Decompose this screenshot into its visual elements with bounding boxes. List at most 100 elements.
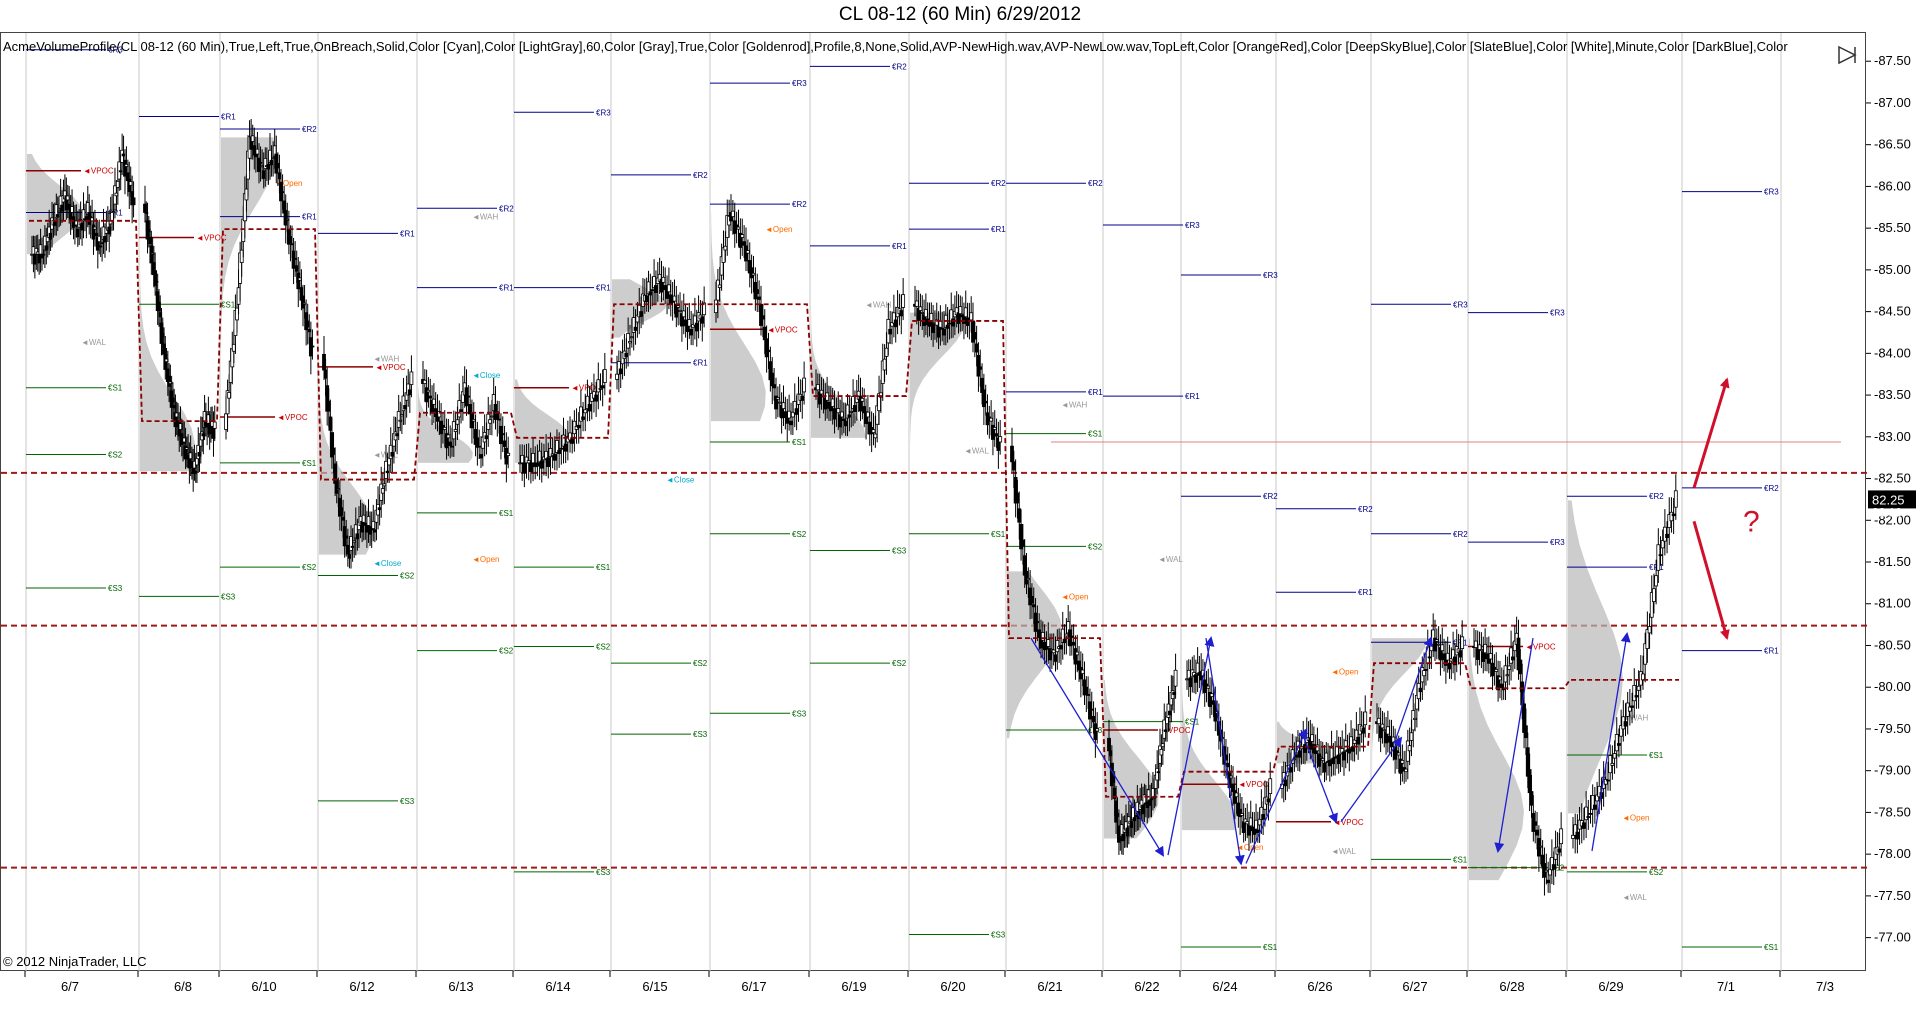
pivot-label: €S1 — [221, 300, 236, 309]
candle-body — [938, 320, 943, 328]
pivot-label: €S2 — [302, 563, 317, 572]
candle-body — [484, 435, 489, 440]
candle-body — [431, 398, 436, 405]
pivot-label: €R2 — [1649, 492, 1664, 501]
candle-body — [1538, 845, 1543, 848]
candle-body — [815, 384, 820, 391]
marker-label: ◄WAL — [81, 338, 107, 347]
price-tick-label: -83.50 — [1874, 387, 1911, 402]
candle-body — [466, 395, 471, 398]
candle-body — [1617, 743, 1621, 746]
candle-body — [388, 444, 393, 460]
time-tick-label: 6/28 — [1499, 979, 1524, 994]
pivot-label: €R1 — [892, 242, 907, 251]
price-tick-label: -78.50 — [1874, 804, 1911, 819]
candle-body — [520, 454, 525, 464]
candle-body — [1310, 734, 1315, 742]
candle-body — [471, 419, 476, 422]
marker-label: ◄Close — [472, 371, 501, 380]
candle-body — [260, 165, 265, 168]
candle-body — [1024, 570, 1029, 585]
time-tick-label: 6/29 — [1598, 979, 1623, 994]
candle-body — [1440, 644, 1445, 652]
candle-body — [678, 309, 682, 312]
candle-body — [853, 405, 857, 412]
plot-area[interactable]: €R3 €R1 €S1 €S2 €S3 €R1 €S1 €S3 €R2 €R1 €S1 €S2 €R1 €… — [0, 32, 1867, 972]
candle-body — [1040, 632, 1045, 641]
price-axis[interactable]: -87.50 -87.00 -86.50 -86.00 -85.50 -85.00 -84.… — [1866, 32, 1920, 971]
candle-body — [1248, 817, 1253, 827]
candle-body — [1071, 641, 1076, 646]
time-axis[interactable]: 6/7 6/8 6/10 6/12 6/13 6/14 6/15 6/17 6/19 6/20 6/… — [0, 971, 1866, 1026]
candle-body — [1499, 683, 1504, 689]
candle-body — [1363, 711, 1368, 726]
candle-body — [1261, 814, 1266, 820]
candle-body — [1069, 635, 1074, 638]
candle-body — [250, 135, 255, 142]
candle-body — [836, 408, 841, 414]
time-tick-label: 6/8 — [174, 979, 192, 994]
candle-body — [1475, 648, 1480, 660]
candle-body — [399, 414, 404, 417]
candle-body — [459, 409, 463, 412]
candle-body — [531, 453, 535, 464]
candle-body — [888, 328, 893, 335]
candle-body — [1020, 539, 1025, 547]
candle-body — [546, 457, 551, 467]
candle-body — [1266, 798, 1271, 803]
candle-body — [639, 311, 644, 317]
time-tick-label: 6/14 — [545, 979, 570, 994]
candle-body — [371, 521, 376, 529]
candle-body — [947, 322, 952, 325]
pivot-label: €S1 — [596, 563, 611, 572]
candle-body — [745, 250, 750, 254]
candle-body — [269, 159, 274, 166]
indicator-parameters: AcmeVolumeProfile(CL 08-12 (60 Min),True… — [3, 39, 1788, 54]
candle-body — [1046, 639, 1051, 647]
candle-body — [1424, 669, 1428, 671]
candle-body — [1535, 829, 1539, 836]
candle-body — [672, 295, 677, 302]
candle-body — [1206, 685, 1211, 689]
vpoc-label: ◄VPOC — [1333, 818, 1364, 827]
candle-body — [361, 514, 366, 523]
candle-body — [1527, 769, 1532, 794]
pivot-label: €S3 — [693, 730, 708, 739]
candle-body — [1349, 736, 1353, 749]
pivot-label: €R2 — [693, 171, 708, 180]
candle-body — [1632, 685, 1637, 702]
candle-body — [1551, 864, 1556, 870]
marker-label: ◄Open — [472, 555, 500, 564]
candle-body — [676, 305, 681, 308]
candle-body — [326, 400, 331, 412]
play-icon[interactable] — [1836, 44, 1858, 66]
price-tick-label: -84.50 — [1874, 304, 1911, 319]
candle-body — [1255, 829, 1260, 834]
vpoc-label: ◄VPOC — [1525, 642, 1556, 651]
price-chart[interactable]: €R3 €R1 €S1 €S2 €S3 €R1 €S1 €S3 €R2 €R1 €S1 €S2 €R1 €… — [1, 33, 1867, 972]
candle-body — [1030, 596, 1034, 604]
candle-body — [1533, 821, 1538, 826]
vpoc-label: ◄VPOC — [277, 413, 308, 422]
candle-body — [598, 387, 603, 390]
candle-body — [830, 398, 835, 407]
candle-body — [1093, 723, 1098, 740]
candle-body — [1623, 721, 1628, 727]
price-tick-label: -87.00 — [1874, 95, 1911, 110]
candle-body — [775, 397, 780, 400]
candle-body — [457, 400, 462, 418]
candle-body — [661, 276, 666, 283]
pivot-label: €R3 — [792, 79, 807, 88]
last-price-under: 82.10 — [1872, 505, 1902, 519]
candle-body — [742, 241, 747, 246]
candle-body — [1297, 750, 1302, 758]
candle-body — [244, 188, 249, 201]
candle-body — [336, 488, 341, 491]
candle-body — [1458, 650, 1463, 658]
candle-body — [1095, 728, 1100, 732]
candle-body — [628, 341, 632, 344]
candle-body — [131, 197, 136, 206]
candle-body — [236, 287, 241, 305]
candle-body — [576, 424, 581, 429]
candle-body — [1391, 736, 1396, 743]
